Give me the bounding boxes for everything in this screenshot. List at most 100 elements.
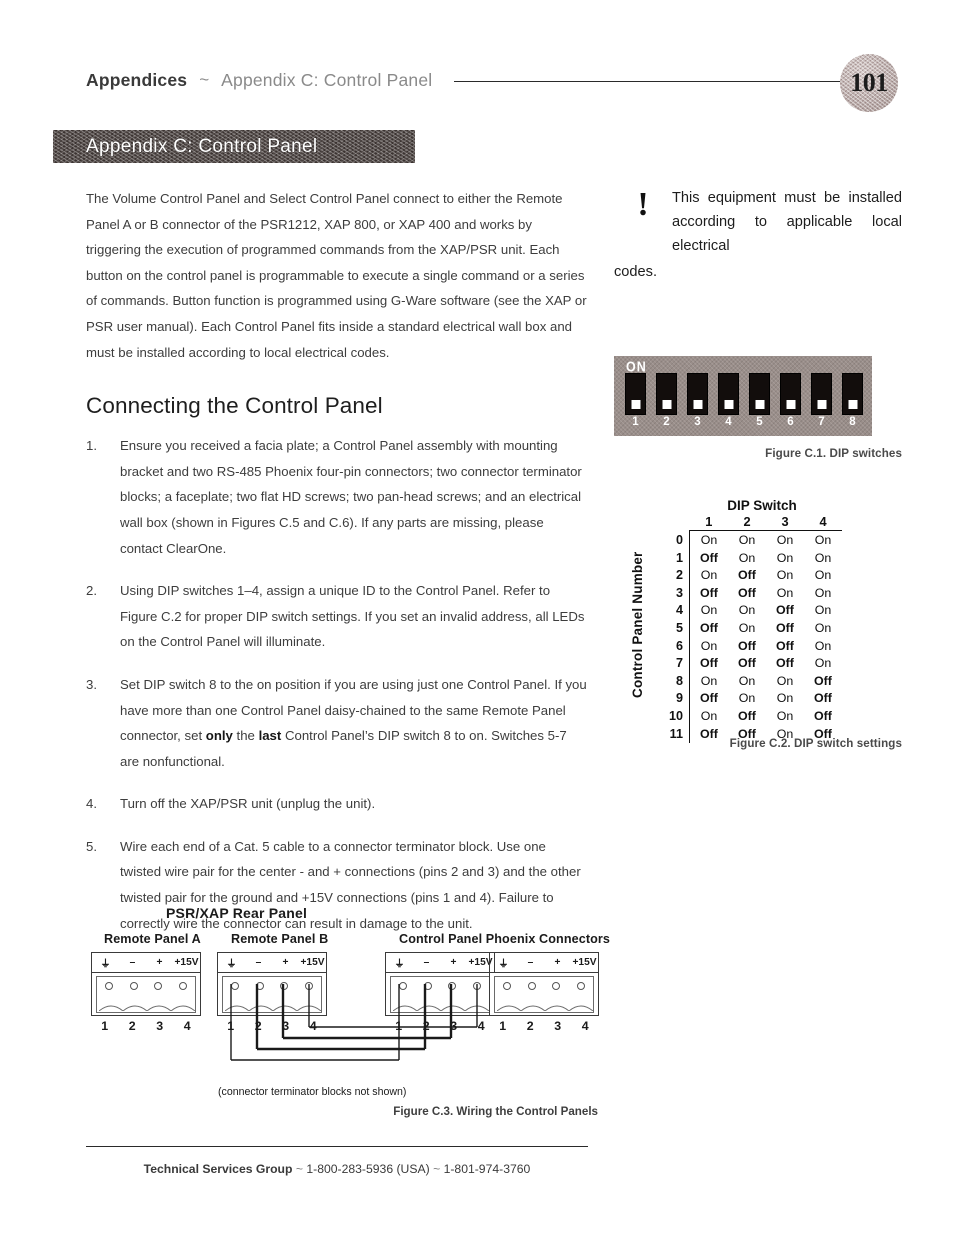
dip-cell-sw1: Off [700, 656, 718, 671]
footer-group-name: Technical Services Group [143, 1162, 293, 1176]
dip-switch-numbers: 1 2 3 4 5 6 7 8 [625, 416, 863, 428]
dip-cell-sw4: On [814, 585, 832, 600]
dip-cell-sw3: On [776, 708, 794, 723]
dip-cell-sw2: Off [738, 708, 756, 723]
dip-switch-row [625, 373, 863, 415]
control-panel-number: 6 [652, 637, 690, 656]
control-panel-number: 10 [652, 707, 690, 726]
footer-rule [86, 1146, 588, 1147]
dip-cell-sw2: On [738, 691, 756, 706]
dip-switch-1 [625, 373, 646, 415]
emphasis-text: only [205, 728, 233, 744]
step-number: 4. [86, 796, 97, 812]
control-panel-number: 3 [652, 584, 690, 603]
dip-table-row: 7 Off Off Off On [652, 655, 842, 673]
dip-cell-sw1: On [700, 603, 718, 618]
exclamation-mark-icon: ! [637, 186, 649, 223]
dip-cell-sw1: Off [700, 726, 718, 741]
dip-cell-sw3: Off [776, 656, 794, 671]
dip-cell-sw2: Off [738, 638, 756, 653]
control-panel-number: 11 [652, 725, 690, 744]
dip-cell-sw4: Off [814, 708, 832, 723]
table-row-axis-label: Control Panel Number [630, 551, 645, 699]
dip-cell-sw4: Off [814, 673, 832, 688]
table-corner [652, 514, 690, 531]
dip-cell-sw4: On [814, 533, 832, 547]
dip-table-row: 4 On On Off On [652, 602, 842, 620]
dip-cell-sw2: Off [738, 585, 756, 600]
footer: Technical Services Group ~ 1-800-283-593… [86, 1162, 588, 1176]
dip-cell-sw2: Off [738, 568, 756, 583]
control-panel-number: 7 [652, 655, 690, 673]
step-text: Turn off the XAP/PSR unit (unplug the un… [120, 796, 376, 812]
control-panel-number: 5 [652, 619, 690, 638]
switch-header-1: 1 [689, 514, 728, 531]
dip-cell-sw4: Off [814, 691, 832, 706]
dip-cell-sw4: On [814, 638, 832, 653]
dip-cell-sw2: On [738, 533, 756, 547]
dip-table-row: 6 On Off Off On [652, 637, 842, 656]
control-panel-number: 4 [652, 602, 690, 620]
dip-cell-sw4: Off [814, 726, 832, 741]
dip-table-row: 9 Off On On Off [652, 690, 842, 708]
warning-callout: ! This equipment must be installed accor… [614, 186, 902, 258]
dip-cell-sw1: Off [700, 620, 718, 635]
dip-number: 7 [818, 416, 825, 428]
footer-separator-1: ~ [295, 1162, 303, 1176]
dip-number: 5 [756, 416, 763, 428]
step-number: 3. [86, 676, 97, 692]
dip-switch-4 [718, 373, 739, 415]
dip-cell-sw3: Off [776, 620, 794, 635]
dip-cell-sw3: On [776, 691, 794, 706]
dip-cell-sw2: On [738, 673, 756, 688]
right-column: ! This equipment must be installed accor… [614, 186, 902, 750]
running-head-rule [454, 80, 882, 82]
dip-switch-3 [687, 373, 708, 415]
dip-cell-sw4: On [814, 603, 832, 618]
footer-phone-usa: 1-800-283-5936 (USA) [306, 1162, 430, 1176]
running-head: Appendices ~ Appendix C: Control Panel [86, 62, 886, 98]
dip-number: 6 [787, 416, 794, 428]
dip-switch-7 [811, 373, 832, 415]
switch-header-4: 4 [804, 514, 842, 531]
running-head-separator: ~ [199, 70, 210, 89]
dip-table-container: DIP Switch 1 2 3 4 0 On On On On 1 Off On On On 2 O… [652, 498, 842, 744]
dip-number: 3 [694, 416, 701, 428]
dip-cell-sw1: On [700, 708, 718, 723]
step-item-2: 2. Using DIP switches 1–4, assign a uniq… [86, 578, 588, 655]
dip-cell-sw2: Off [738, 726, 756, 741]
dip-cell-sw4: On [814, 620, 832, 635]
dip-table-row: 10 On Off On Off [652, 707, 842, 726]
running-head-title: Appendices [86, 69, 188, 90]
dip-cell-sw1: On [700, 568, 718, 583]
page-number-badge: 101 [840, 54, 898, 112]
control-panel-number: 9 [652, 690, 690, 708]
dip-cell-sw1: Off [700, 550, 718, 565]
step-text: Ensure you received a facia plate; a Con… [120, 438, 582, 556]
dip-cell-sw1: On [700, 638, 718, 653]
dip-switch-5 [749, 373, 770, 415]
dip-table-row: 2 On Off On On [652, 567, 842, 585]
figure-c3-wiring-diagram: PSR/XAP Rear Panel Remote Panel A Remote… [86, 905, 610, 1130]
control-panel-number: 8 [652, 672, 690, 691]
figure-c1-caption: Figure C.1. DIP switches [765, 447, 902, 460]
dip-table-row: 11 Off Off On Off [652, 725, 842, 744]
dip-cell-sw3: On [776, 673, 794, 688]
dip-cell-sw1: Off [700, 585, 718, 600]
control-panel-number: 2 [652, 567, 690, 585]
dip-table-row: 3 Off Off On On [652, 584, 842, 603]
switch-header-3: 3 [766, 514, 804, 531]
dip-number: 1 [632, 416, 639, 428]
dip-switch-6 [780, 373, 801, 415]
dip-cell-sw3: On [776, 550, 794, 565]
emphasis-text: last [258, 728, 282, 744]
dip-cell-sw1: On [700, 533, 718, 547]
dip-table-row: 1 Off On On On [652, 549, 842, 568]
dip-cell-sw1: On [700, 673, 718, 688]
control-panel-number: 1 [652, 549, 690, 568]
warning-text: This equipment must be installed accordi… [672, 190, 902, 254]
footer-phone-intl: 1-801-974-3760 [443, 1162, 531, 1176]
dip-table-body: 0 On On On On 1 Off On On On 2 On Off On On 3 Off Off On On… [652, 530, 842, 744]
dip-cell-sw2: On [738, 550, 756, 565]
footer-separator-2: ~ [433, 1162, 441, 1176]
